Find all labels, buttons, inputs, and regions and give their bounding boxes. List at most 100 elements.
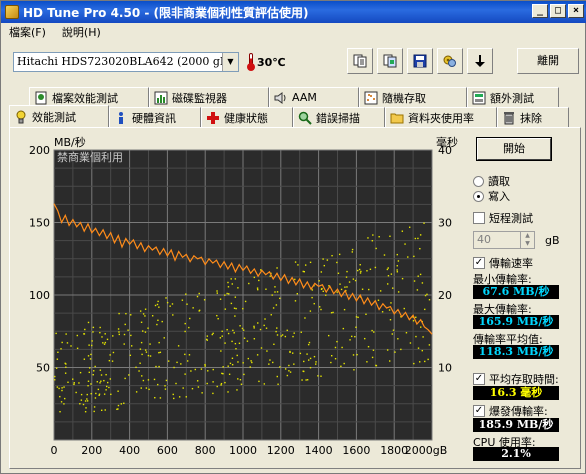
burst-rate-checkbox[interactable]: ✓ — [473, 405, 485, 417]
access-time-point — [108, 386, 110, 389]
access-time-point — [57, 351, 59, 353]
transfer-rate-checkbox[interactable]: ✓ — [473, 257, 485, 269]
access-time-point — [270, 314, 272, 316]
access-time-point — [55, 367, 58, 369]
access-time-point — [291, 352, 294, 354]
access-time-point — [194, 368, 197, 371]
short-test-checkbox[interactable] — [473, 212, 485, 224]
save-button[interactable] — [407, 48, 433, 74]
access-time-point — [190, 370, 192, 372]
access-time-point — [182, 387, 184, 389]
tab-aam[interactable]: AAM — [269, 87, 359, 107]
access-time-point — [414, 237, 417, 240]
tab-file-benchmark[interactable]: 檔案效能測試 — [29, 87, 149, 107]
access-time-point — [355, 326, 357, 328]
write-radio[interactable] — [473, 190, 484, 202]
temperature-value: 30℃ — [257, 55, 286, 69]
access-time-point — [106, 338, 109, 341]
access-time-point — [272, 307, 275, 309]
short-test-option[interactable]: 短程測試 — [473, 210, 533, 226]
access-time-point — [396, 265, 398, 267]
tab-benchmark[interactable]: 效能測試 — [9, 105, 109, 127]
access-time-point — [297, 264, 299, 266]
access-time-point — [186, 303, 188, 305]
access-time-option[interactable]: ✓ 平均存取時間: — [473, 371, 559, 387]
access-time-point — [142, 313, 145, 315]
spinner-arrows-icon[interactable]: ▲ ▼ — [520, 232, 534, 248]
minimize-button[interactable]: _ — [532, 4, 548, 18]
access-time-point — [371, 356, 374, 359]
access-time-point — [219, 337, 222, 339]
access-time-point — [322, 258, 324, 260]
copy-screenshot-button[interactable] — [377, 48, 403, 74]
access-time-point — [92, 331, 94, 333]
close-button[interactable]: × — [568, 4, 584, 18]
write-option[interactable]: 寫入 — [473, 188, 510, 204]
read-option[interactable]: 讀取 — [473, 173, 510, 189]
options-button[interactable] — [437, 48, 463, 74]
access-time-point — [227, 281, 229, 284]
tab-folder-usage[interactable]: 資料夾使用率 — [385, 107, 497, 127]
access-time-point — [374, 266, 377, 269]
access-time-point — [221, 335, 223, 337]
tab-error-scan[interactable]: 錯誤掃描 — [293, 107, 385, 127]
access-time-point — [352, 278, 355, 280]
start-button[interactable]: 開始 — [476, 137, 552, 161]
access-time-point — [303, 370, 305, 373]
access-time-point — [93, 410, 95, 413]
access-time-point — [354, 279, 357, 282]
y-left-tick-label: 50 — [36, 362, 50, 375]
menu-help[interactable]: 說明(H) — [62, 24, 101, 40]
access-time-point — [55, 332, 57, 335]
read-radio[interactable] — [473, 175, 484, 187]
drive-select[interactable]: Hitachi HDS723020BLA642 (2000 gB) ▼ — [13, 52, 239, 72]
short-test-size-input[interactable]: 40 ▲ ▼ — [473, 231, 535, 249]
access-time-point — [59, 411, 61, 413]
access-time-point — [420, 326, 422, 328]
access-time-point — [222, 366, 224, 368]
access-time-point — [118, 312, 120, 315]
access-time-point — [91, 340, 93, 342]
access-time-point — [306, 353, 308, 355]
access-time-point — [401, 277, 404, 280]
access-time-point — [288, 370, 290, 372]
access-time-point — [311, 296, 313, 299]
transfer-rate-option[interactable]: ✓ 傳輸速率 — [473, 255, 533, 271]
access-time-point — [106, 381, 109, 384]
exit-button[interactable]: 離開 — [517, 48, 579, 74]
access-time-point — [112, 351, 115, 354]
access-time-checkbox[interactable]: ✓ — [473, 373, 485, 385]
access-time-point — [263, 324, 265, 327]
download-button[interactable] — [467, 48, 493, 74]
access-time-point — [211, 333, 213, 336]
access-time-point — [139, 362, 141, 364]
access-time-point — [365, 313, 367, 315]
tab-extra-tests[interactable]: 額外測試 — [467, 87, 559, 107]
tab-disk-monitor[interactable]: 磁碟監視器 — [149, 87, 269, 107]
health-icon — [207, 111, 219, 124]
access-time-point — [96, 381, 98, 383]
access-time-point — [196, 380, 199, 382]
access-time-point — [128, 374, 130, 376]
tab-erase[interactable]: 抹除 — [497, 107, 569, 127]
access-time-point — [271, 294, 273, 296]
access-time-point — [103, 379, 105, 382]
access-time-point — [86, 400, 89, 402]
chevron-down-icon[interactable]: ▼ — [222, 53, 238, 71]
access-time-point — [129, 354, 132, 357]
access-time-point — [87, 355, 90, 357]
burst-rate-option[interactable]: ✓ 爆發傳輸率: — [473, 403, 548, 419]
title-bar[interactable]: HD Tune Pro 4.50 - (限非商業個利性質評估使用) _ □ × — [1, 1, 586, 23]
tab-hardware-info[interactable]: 硬體資訊 — [109, 107, 201, 127]
toolbar: Hitachi HDS723020BLA642 (2000 gB) ▼ 30℃ … — [1, 43, 586, 79]
access-time-point — [167, 360, 170, 362]
maximize-button[interactable]: □ — [550, 4, 566, 18]
access-time-point — [177, 345, 180, 347]
copy-info-button[interactable] — [347, 48, 373, 74]
access-time-point — [300, 331, 302, 333]
access-time-point — [75, 391, 77, 394]
tab-random-access[interactable]: 隨機存取 — [359, 87, 467, 107]
access-time-point — [201, 392, 203, 394]
tab-health[interactable]: 健康狀態 — [201, 107, 293, 127]
menu-file[interactable]: 檔案(F) — [9, 24, 46, 40]
